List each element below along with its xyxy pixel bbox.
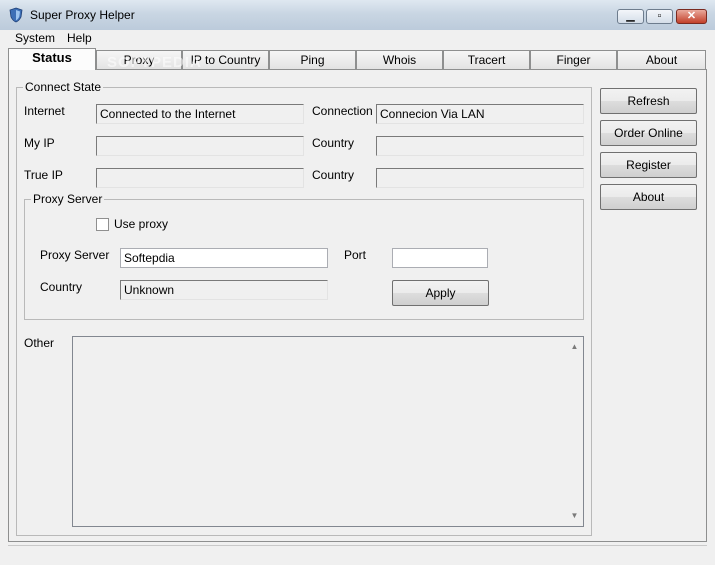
true-ip-country-label: Country xyxy=(312,168,355,182)
refresh-button[interactable]: Refresh xyxy=(600,88,697,114)
port-label: Port xyxy=(344,248,367,262)
my-ip-country-field xyxy=(376,136,584,156)
port-input[interactable] xyxy=(392,248,488,268)
tab-strip: Status Proxy IP to Country Ping Whois Tr… xyxy=(8,48,708,70)
tab-finger[interactable]: Finger xyxy=(530,50,617,69)
window-title: Super Proxy Helper xyxy=(30,8,135,22)
my-ip-field xyxy=(96,136,304,156)
maximize-button[interactable]: ▫ xyxy=(646,9,673,24)
true-ip-label: True IP xyxy=(24,168,63,182)
proxy-country-label: Country xyxy=(40,280,83,294)
shield-icon xyxy=(9,7,23,23)
register-button[interactable]: Register xyxy=(600,152,697,178)
order-online-button[interactable]: Order Online xyxy=(600,120,697,146)
connection-label: Connection xyxy=(312,104,373,118)
menu-system[interactable]: System xyxy=(15,31,55,45)
internet-status-field: Connected to the Internet xyxy=(96,104,304,124)
proxy-server-title: Proxy Server xyxy=(31,192,105,206)
proxy-country-field: Unknown xyxy=(120,280,328,300)
close-button[interactable]: ✕ xyxy=(676,9,707,24)
maximize-icon: ▫ xyxy=(657,10,662,22)
proxy-server-label: Proxy Server xyxy=(40,248,110,262)
close-icon: ✕ xyxy=(686,10,697,22)
tab-ip-to-country[interactable]: IP to Country xyxy=(182,50,269,69)
about-button[interactable]: About xyxy=(600,184,697,210)
true-ip-country-field xyxy=(376,168,584,188)
menu-help[interactable]: Help xyxy=(67,31,92,45)
minimize-button[interactable]: ▁ xyxy=(617,9,644,24)
tab-status[interactable]: Status xyxy=(8,48,96,70)
my-ip-label: My IP xyxy=(24,136,55,150)
title-bar: Super Proxy Helper ▁ ▫ ✕ xyxy=(0,0,715,31)
use-proxy-checkbox[interactable] xyxy=(96,218,109,231)
connect-state-title: Connect State xyxy=(23,80,104,94)
tab-about[interactable]: About xyxy=(617,50,706,69)
tab-tracert[interactable]: Tracert xyxy=(443,50,530,69)
internet-label: Internet xyxy=(24,104,65,118)
proxy-server-input[interactable]: Softepdia xyxy=(120,248,328,268)
apply-button[interactable]: Apply xyxy=(392,280,489,306)
connection-field: Connecion Via LAN xyxy=(376,104,584,124)
country-label: Country xyxy=(312,136,355,150)
other-label: Other xyxy=(24,336,55,350)
menu-bar: System Help xyxy=(0,30,715,47)
other-textarea[interactable]: ▲ ▼ xyxy=(72,336,584,527)
scroll-down-icon[interactable]: ▼ xyxy=(570,512,579,520)
use-proxy-label: Use proxy xyxy=(114,217,169,231)
minimize-icon: ▁ xyxy=(626,10,635,22)
true-ip-field xyxy=(96,168,304,188)
tab-ping[interactable]: Ping xyxy=(269,50,356,69)
status-bar xyxy=(8,545,707,560)
tab-proxy[interactable]: Proxy xyxy=(96,50,182,69)
scroll-up-icon[interactable]: ▲ xyxy=(570,343,579,351)
tab-whois[interactable]: Whois xyxy=(356,50,443,69)
